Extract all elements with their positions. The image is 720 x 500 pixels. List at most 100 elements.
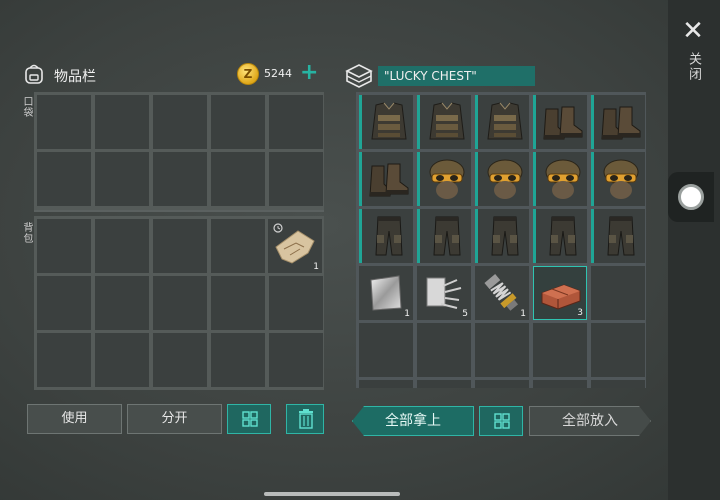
chest-icon bbox=[344, 62, 374, 88]
chest-slot-empty[interactable] bbox=[533, 380, 587, 388]
helmet-icon bbox=[429, 159, 465, 199]
backpack-slot[interactable] bbox=[211, 276, 265, 330]
backpack-slot[interactable] bbox=[211, 219, 265, 273]
record-ring-icon bbox=[678, 184, 704, 210]
coin-icon: Z bbox=[237, 63, 259, 85]
chest-slot-pants[interactable] bbox=[359, 209, 413, 263]
chest-title: "LUCKY CHEST" bbox=[378, 66, 535, 86]
backpack-slot[interactable] bbox=[269, 276, 323, 330]
backpack-slot[interactable] bbox=[153, 219, 207, 273]
item-count: 1 bbox=[313, 262, 319, 272]
chest-slot-vest[interactable] bbox=[359, 95, 413, 149]
pocket-slot[interactable] bbox=[153, 152, 207, 206]
chest-slot-empty[interactable] bbox=[591, 380, 645, 388]
chest-slot-empty[interactable] bbox=[359, 380, 413, 388]
home-indicator bbox=[264, 492, 400, 496]
pocket-slot[interactable] bbox=[37, 95, 91, 149]
take-all-button[interactable]: 全部拿上 bbox=[352, 406, 474, 436]
backpack-slot[interactable] bbox=[153, 333, 207, 387]
pocket-slot[interactable] bbox=[95, 152, 149, 206]
backpack-slot-map[interactable]: 1 bbox=[268, 219, 322, 273]
helmet-icon bbox=[603, 159, 639, 199]
chest-slot-boots[interactable] bbox=[359, 152, 413, 206]
chest-slot-boots[interactable] bbox=[591, 95, 645, 149]
backpack-slot[interactable] bbox=[153, 276, 207, 330]
chest-slot-pants[interactable] bbox=[475, 209, 529, 263]
backpack-slot[interactable] bbox=[37, 276, 91, 330]
sort-inventory-button[interactable] bbox=[227, 404, 271, 434]
sort-chest-button[interactable] bbox=[479, 406, 523, 436]
item-count: 3 bbox=[577, 308, 583, 318]
chest-slot-pants[interactable] bbox=[533, 209, 587, 263]
chest-slot-boots[interactable] bbox=[533, 95, 587, 149]
pocket-slot[interactable] bbox=[211, 152, 265, 206]
backpack-slot[interactable] bbox=[37, 333, 91, 387]
vest-icon bbox=[487, 102, 523, 140]
put-all-button[interactable]: 全部放入 bbox=[529, 406, 651, 436]
trash-button[interactable] bbox=[286, 404, 324, 434]
pocket-slot[interactable] bbox=[269, 152, 323, 206]
trash-icon bbox=[299, 409, 313, 429]
item-count: 1 bbox=[520, 309, 526, 319]
vest-icon bbox=[429, 102, 465, 140]
helmet-icon bbox=[487, 159, 523, 199]
boots-icon bbox=[369, 163, 409, 197]
vest-icon bbox=[371, 102, 407, 140]
item-count: 5 bbox=[462, 309, 468, 319]
chest-slot-vest[interactable] bbox=[475, 95, 529, 149]
chest-slot-bricks[interactable]: 3 bbox=[533, 266, 587, 320]
chest-slot-empty[interactable] bbox=[359, 323, 413, 377]
chest-slot-helmet[interactable] bbox=[417, 152, 471, 206]
chest-slot-pants[interactable] bbox=[417, 209, 471, 263]
backpack-slot[interactable] bbox=[95, 219, 149, 273]
boots-icon bbox=[601, 106, 641, 140]
pants-icon bbox=[549, 216, 577, 256]
pocket-slot[interactable] bbox=[211, 95, 265, 149]
chest-slot-empty[interactable] bbox=[417, 380, 471, 388]
pocket-slot[interactable] bbox=[269, 95, 323, 149]
use-button[interactable]: 使用 bbox=[27, 404, 122, 434]
chest-slot-empty[interactable] bbox=[475, 380, 529, 388]
sort-grid-icon bbox=[494, 413, 510, 429]
pocket-label: 口袋 bbox=[21, 96, 32, 118]
chest-slot-helmet[interactable] bbox=[591, 152, 645, 206]
chest-slot-metal[interactable]: 1 bbox=[359, 266, 413, 320]
helmet-icon bbox=[545, 159, 581, 199]
chest-slot-helmet[interactable] bbox=[533, 152, 587, 206]
chest-slot-pants[interactable] bbox=[591, 209, 645, 263]
pocket-slot[interactable] bbox=[37, 152, 91, 206]
pants-icon bbox=[375, 216, 403, 256]
split-button[interactable]: 分开 bbox=[127, 404, 222, 434]
backpack-slot[interactable] bbox=[95, 276, 149, 330]
chest-slot-spring[interactable]: 1 bbox=[475, 266, 529, 320]
close-icon[interactable]: ✕ bbox=[680, 18, 706, 44]
inventory-header: 物品栏 Z 5244 + bbox=[22, 60, 322, 90]
pocket-slot[interactable] bbox=[95, 95, 149, 149]
backpack-slot[interactable] bbox=[37, 219, 91, 273]
inventory-title: 物品栏 bbox=[54, 69, 96, 85]
record-button[interactable] bbox=[668, 172, 714, 222]
chest-slot-empty[interactable] bbox=[417, 323, 471, 377]
backpack-label: 背包 bbox=[21, 222, 32, 244]
sort-grid-icon bbox=[242, 411, 258, 427]
item-count: 1 bbox=[404, 309, 410, 319]
pocket-slot[interactable] bbox=[153, 95, 207, 149]
backpack-slot[interactable] bbox=[269, 333, 323, 387]
chest-slot-scrap[interactable]: 5 bbox=[417, 266, 471, 320]
boots-icon bbox=[543, 106, 583, 140]
add-coins-button[interactable]: + bbox=[300, 60, 318, 85]
coin-balance: 5244 bbox=[264, 67, 292, 80]
pants-icon bbox=[433, 216, 461, 256]
chest-slot-empty[interactable] bbox=[591, 266, 645, 320]
chest-slot-helmet[interactable] bbox=[475, 152, 529, 206]
chest-slot-empty[interactable] bbox=[533, 323, 587, 377]
chest-slot-empty[interactable] bbox=[475, 323, 529, 377]
grid-divider bbox=[34, 210, 324, 212]
backpack-slot[interactable] bbox=[95, 333, 149, 387]
close-label[interactable]: 关闭 bbox=[683, 52, 703, 82]
chest-slot-vest[interactable] bbox=[417, 95, 471, 149]
backpack-slot[interactable] bbox=[211, 333, 265, 387]
backpack-icon bbox=[22, 62, 46, 86]
pants-icon bbox=[607, 216, 635, 256]
chest-slot-empty[interactable] bbox=[591, 323, 645, 377]
